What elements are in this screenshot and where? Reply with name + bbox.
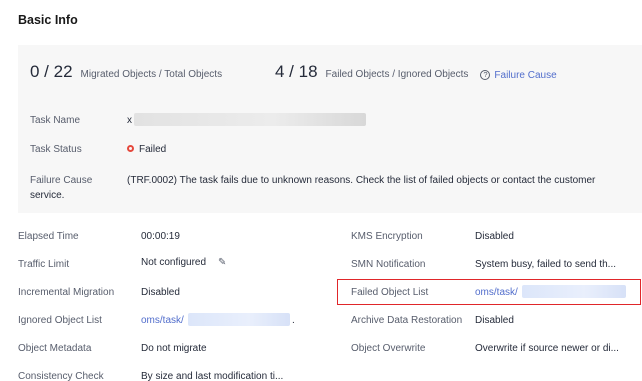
smn-notification-value: System busy, failed to send th...: [475, 259, 616, 270]
elapsed-time-value: 00:00:19: [141, 231, 180, 242]
failure-cause-value: (TRF.0002) The task fails due to unknown…: [127, 175, 596, 186]
migrated-objects-label: Migrated Objects / Total Objects: [80, 69, 223, 80]
failed-object-list-label: Failed Object List: [351, 287, 429, 298]
redacted-failed-object-path: [522, 285, 626, 298]
incremental-migration-label: Incremental Migration: [18, 287, 115, 298]
consistency-check-label: Consistency Check: [18, 371, 104, 381]
task-status-label: Task Status: [30, 144, 82, 155]
traffic-limit-value: Not configured ✎: [141, 257, 226, 268]
elapsed-time-label: Elapsed Time: [18, 231, 79, 242]
ignored-object-list-link[interactable]: oms/task/: [141, 315, 184, 326]
task-name-value: x: [127, 115, 132, 126]
ignored-object-list-label: Ignored Object List: [18, 315, 102, 326]
redacted-ignored-object-path: [188, 313, 290, 326]
failure-cause-link[interactable]: ? Failure Cause: [480, 69, 557, 81]
ignored-object-list-suffix: .: [292, 315, 295, 326]
traffic-limit-text: Not configured: [141, 257, 207, 268]
failure-cause-link-label: Failure Cause: [494, 69, 557, 81]
incremental-migration-value: Disabled: [141, 287, 180, 298]
task-status-text: Failed: [139, 144, 167, 155]
object-overwrite-value: Overwrite if source newer or di...: [475, 343, 619, 354]
archive-data-restoration-value: Disabled: [475, 315, 514, 326]
migrated-objects-count: 0 / 22: [30, 62, 73, 81]
kms-encryption-label: KMS Encryption: [351, 231, 423, 242]
smn-notification-label: SMN Notification: [351, 259, 426, 270]
failed-object-list-link[interactable]: oms/task/: [475, 287, 518, 298]
failure-cause-continuation: service.: [30, 190, 65, 201]
question-circle-icon: ?: [480, 70, 491, 80]
failed-objects-stat: 4 / 18 Failed Objects / Ignored Objects …: [275, 62, 557, 82]
object-metadata-label: Object Metadata: [18, 343, 92, 354]
task-status-value: Failed: [127, 144, 166, 155]
failure-cause-row: Failure Cause (TRF.0002) The task fails d…: [30, 173, 630, 203]
failed-status-icon: [127, 144, 134, 152]
consistency-check-value: By size and last modification ti...: [141, 371, 284, 381]
pencil-icon[interactable]: ✎: [218, 257, 226, 268]
migrated-objects-stat: 0 / 22 Migrated Objects / Total Objects: [30, 62, 222, 82]
object-overwrite-label: Object Overwrite: [351, 343, 426, 354]
failure-cause-label: Failure Cause: [30, 175, 93, 186]
task-name-label: Task Name: [30, 115, 81, 126]
failed-objects-label: Failed Objects / Ignored Objects: [325, 69, 469, 80]
section-title: Basic Info: [18, 13, 78, 27]
failed-objects-count: 4 / 18: [275, 62, 318, 81]
kms-encryption-value: Disabled: [475, 231, 514, 242]
redacted-task-name: [134, 113, 366, 126]
traffic-limit-label: Traffic Limit: [18, 259, 70, 270]
archive-data-restoration-label: Archive Data Restoration: [351, 315, 463, 326]
object-metadata-value: Do not migrate: [141, 343, 207, 354]
